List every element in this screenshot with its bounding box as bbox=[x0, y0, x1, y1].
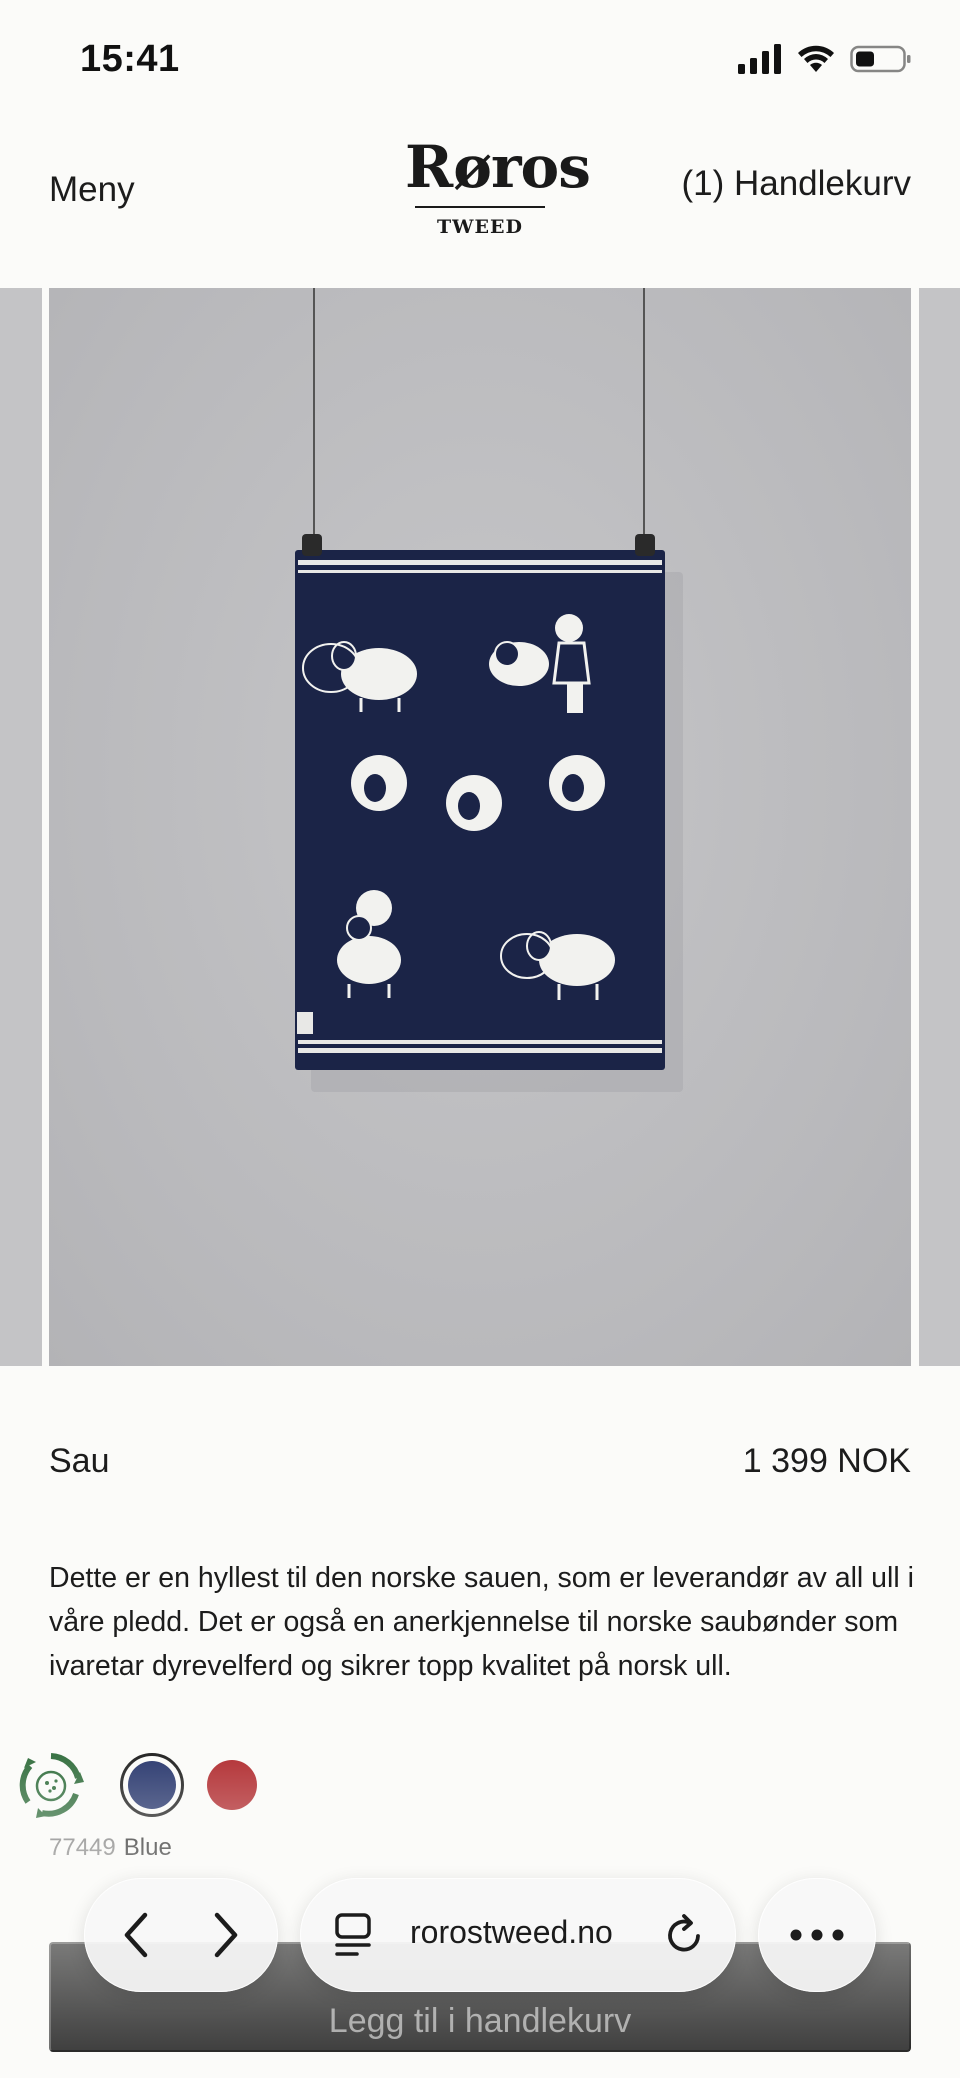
address-bar[interactable]: rorostweed.no bbox=[300, 1878, 736, 1992]
logo-divider bbox=[415, 206, 545, 208]
more-icon bbox=[790, 1929, 844, 1941]
wifi-icon bbox=[798, 45, 834, 72]
logo-subtitle: TWEED bbox=[437, 216, 523, 238]
gallery-main-image[interactable] bbox=[49, 288, 911, 1366]
site-header: Meny Røros TWEED (1) Handlekurv bbox=[0, 120, 960, 288]
status-icons bbox=[738, 44, 912, 74]
reload-button[interactable] bbox=[660, 1910, 710, 1960]
forward-icon bbox=[214, 1912, 238, 1958]
product-description: Dette er en hyllest til den norske sauen… bbox=[49, 1562, 914, 1682]
blanket-image bbox=[295, 288, 683, 1092]
product-price: 1 399 NOK bbox=[742, 1442, 911, 1480]
more-button-inner bbox=[782, 1910, 852, 1960]
tabs-button[interactable] bbox=[328, 1910, 378, 1960]
variant-name: Blue bbox=[123, 1834, 172, 1861]
color-swatch-blue[interactable] bbox=[120, 1753, 184, 1817]
forward-button[interactable] bbox=[196, 1905, 256, 1965]
variant-code: 77449 bbox=[49, 1834, 116, 1861]
selected-variant: 77449 Blue bbox=[49, 1834, 172, 1862]
variant-selector bbox=[16, 1750, 316, 1820]
product-gallery[interactable] bbox=[0, 288, 960, 1366]
color-swatch-blue-fill bbox=[128, 1761, 176, 1809]
back-button[interactable] bbox=[106, 1905, 166, 1965]
battery-icon bbox=[850, 45, 911, 73]
product-name: Sau bbox=[49, 1442, 110, 1480]
gallery-prev-slide[interactable] bbox=[0, 288, 42, 1366]
reload-icon bbox=[668, 1914, 700, 1952]
browser-nav-group bbox=[84, 1878, 278, 1992]
url-text: rorostweed.no bbox=[410, 1914, 613, 1950]
cellular-signal-icon bbox=[738, 44, 781, 74]
tabs-icon bbox=[335, 1913, 371, 1956]
status-time: 15:41 bbox=[80, 38, 180, 80]
cart-link[interactable]: (1) Handlekurv bbox=[681, 164, 911, 204]
more-button[interactable] bbox=[758, 1878, 876, 1992]
back-icon bbox=[124, 1912, 148, 1958]
status-bar: 15:41 bbox=[0, 0, 960, 120]
eco-recycle-icon bbox=[19, 1753, 84, 1818]
menu-link[interactable]: Meny bbox=[49, 170, 135, 210]
color-swatch-red[interactable] bbox=[207, 1760, 257, 1810]
brand-logo[interactable]: Røros TWEED bbox=[405, 133, 591, 238]
gallery-next-slide[interactable] bbox=[919, 288, 960, 1366]
logo-wordmark: Røros bbox=[405, 133, 591, 201]
